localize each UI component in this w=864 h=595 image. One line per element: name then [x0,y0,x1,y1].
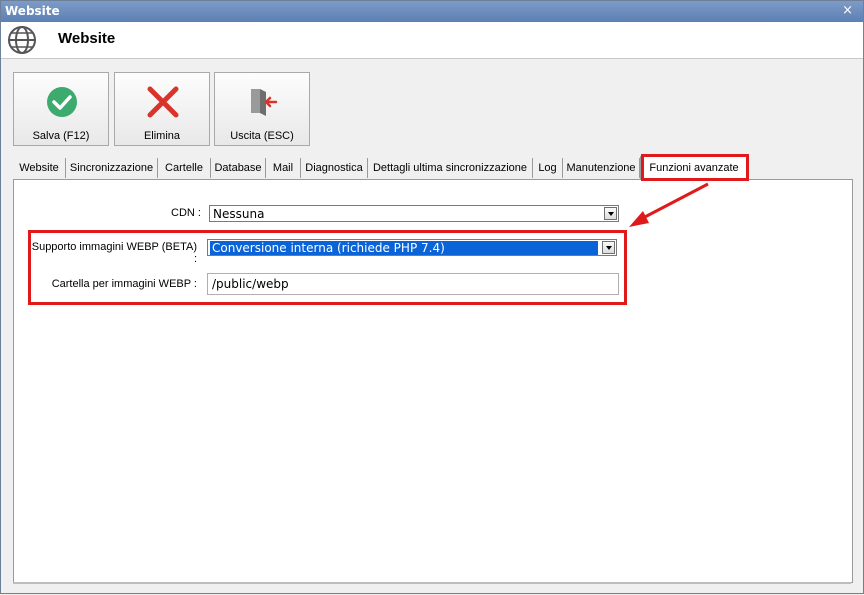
annotation-arrow-icon [629,182,709,227]
website-window: Website × Website Salva (F12) Elimina Us… [0,0,864,594]
